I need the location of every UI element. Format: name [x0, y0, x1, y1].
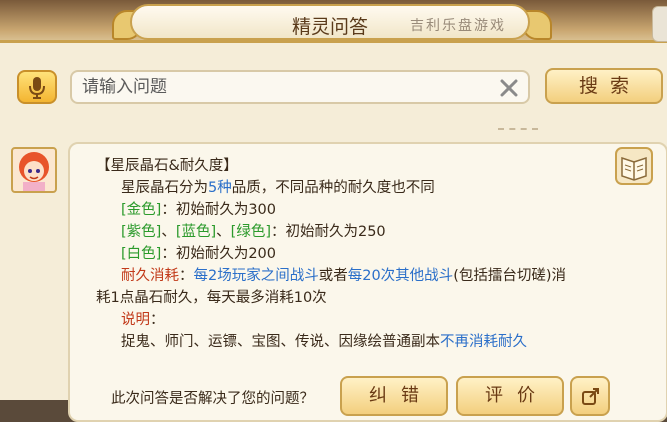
blue-tag: [蓝色] [175, 224, 217, 240]
avatar [11, 147, 57, 193]
title-bar: 精灵问答 吉利乐盘游戏 [130, 4, 530, 40]
consume-label: 耐久消耗 [121, 268, 179, 284]
consume-line: 耐久消耗：每2场玩家之间战斗或者每20次其他战斗(包括擂台切磋)消 [121, 268, 567, 284]
microphone-icon [29, 77, 45, 99]
voice-input-button[interactable] [17, 70, 57, 104]
white-line: [白色]：初始耐久为200 [121, 246, 277, 262]
note-label: 说明 [121, 312, 150, 328]
feedback-question: 此次问答是否解决了您的问题？ [111, 391, 314, 407]
green-tag: [绿色] [230, 224, 271, 240]
note-heading: 说明： [121, 312, 165, 328]
gold-tag: [金色] [121, 202, 162, 218]
clear-icon[interactable] [500, 79, 518, 97]
search-input[interactable] [82, 76, 482, 98]
gold-line: [金色]：初始耐久为300 [121, 202, 277, 218]
divider [498, 128, 538, 132]
note-highlight: 不再消耗耐久 [440, 334, 527, 350]
search-box [70, 70, 530, 104]
purple-tag: [紫色] [121, 224, 162, 240]
correct-error-button[interactable]: 纠错 [340, 376, 448, 416]
consume-line-2: 耗1点晶石耐久，每天最多消耗10次 [96, 290, 327, 306]
purple-blue-green-line: [紫色]、[蓝色]、[绿色]：初始耐久为250 [121, 224, 386, 240]
answer-heading: 【星辰晶石&耐久度】 [96, 158, 238, 174]
note-line: 捉鬼、师门、运镖、宝图、传说、因缘绘普通副本不再消耗耐久 [121, 334, 527, 350]
share-icon [582, 388, 599, 405]
title-decoration-text: 吉利乐盘游戏 [410, 18, 506, 34]
white-tag: [白色] [121, 246, 162, 262]
answer-intro: 星辰晶石分为5种品质，不同品种的耐久度也不同 [121, 180, 435, 196]
side-tab[interactable] [652, 6, 667, 42]
quality-count: 5种 [208, 180, 232, 196]
search-button[interactable]: 搜索 [545, 68, 663, 104]
rate-button[interactable]: 评价 [456, 376, 564, 416]
answer-content: 【星辰晶石&耐久度】 星辰晶石分为5种品质，不同品种的耐久度也不同 [金色]：初… [96, 155, 626, 353]
share-button[interactable] [570, 376, 610, 416]
